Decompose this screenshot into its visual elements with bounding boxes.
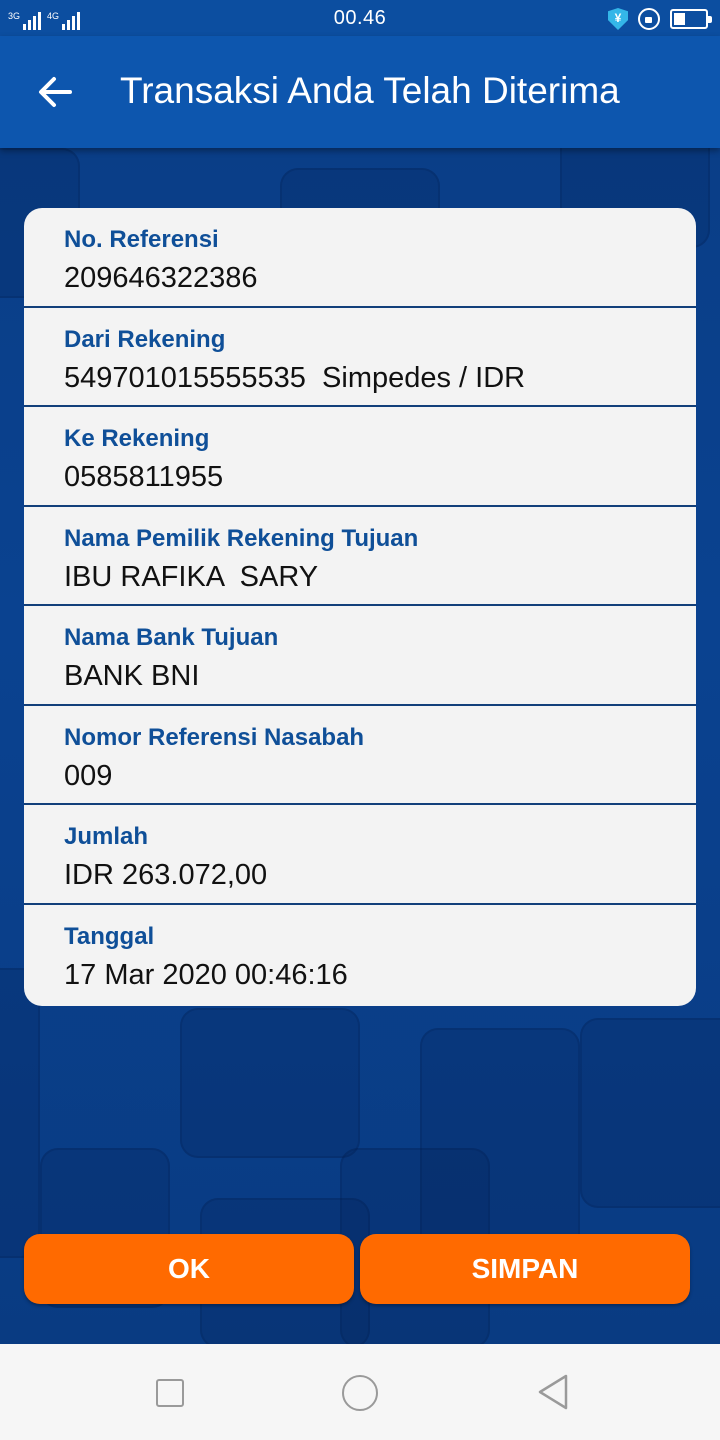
home-icon[interactable] <box>342 1375 378 1411</box>
detail-label: Nomor Referensi Nasabah <box>64 723 365 751</box>
detail-value: 0585811955 <box>64 461 224 493</box>
page-title: Transaksi Anda Telah Diterima <box>120 70 620 111</box>
ok-button[interactable]: OK <box>24 1234 354 1304</box>
detail-label: Dari Rekening <box>64 325 226 353</box>
detail-row-bank-name: Nama Bank Tujuan BANK BNI <box>24 606 696 706</box>
transaction-details-card: No. Referensi 209646322386 Dari Rekening… <box>24 208 696 1006</box>
detail-row-amount: Jumlah IDR 263.072,00 <box>24 805 696 905</box>
detail-value: BANK BNI <box>64 660 200 692</box>
detail-value: 549701015555535 Simpedes / IDR <box>64 361 526 394</box>
detail-label: Ke Rekening <box>64 425 210 452</box>
detail-row-reference: No. Referensi 209646322386 <box>24 208 696 308</box>
save-button[interactable]: SIMPAN <box>360 1234 690 1304</box>
detail-label: Nama Bank Tujuan <box>64 624 279 651</box>
detail-row-destination-account: Ke Rekening 0585811955 <box>24 407 696 507</box>
rotation-lock-icon <box>638 8 660 30</box>
detail-value: 009 <box>64 759 113 792</box>
detail-row-recipient-name: Nama Pemilik Rekening Tujuan IBU RAFIKA … <box>24 507 696 606</box>
battery-icon <box>670 9 712 29</box>
detail-label: Tanggal <box>64 922 155 950</box>
detail-row-source-account: Dari Rekening 549701015555535 Simpedes /… <box>24 308 696 407</box>
system-nav-bar <box>0 1344 720 1440</box>
detail-row-customer-reference: Nomor Referensi Nasabah 009 <box>24 706 696 805</box>
back-arrow-icon[interactable] <box>36 72 76 112</box>
detail-value: 17 Mar 2020 00:46:16 <box>64 958 348 991</box>
status-bar: 3G 4G 00.46 ¥ <box>0 0 720 36</box>
detail-value: 209646322386 <box>64 262 258 294</box>
recent-apps-icon[interactable] <box>156 1379 184 1407</box>
nav-back-icon[interactable] <box>536 1373 570 1411</box>
detail-value: IBU RAFIKA SARY <box>64 560 319 593</box>
detail-label: No. Referensi <box>64 226 219 253</box>
detail-label: Jumlah <box>64 823 149 850</box>
detail-row-date: Tanggal 17 Mar 2020 00:46:16 <box>24 905 696 1005</box>
detail-value: IDR 263.072,00 <box>64 859 268 891</box>
shield-icon: ¥ <box>608 8 628 30</box>
detail-label: Nama Pemilik Rekening Tujuan <box>64 524 419 552</box>
app-header: Transaksi Anda Telah Diterima <box>0 36 720 148</box>
